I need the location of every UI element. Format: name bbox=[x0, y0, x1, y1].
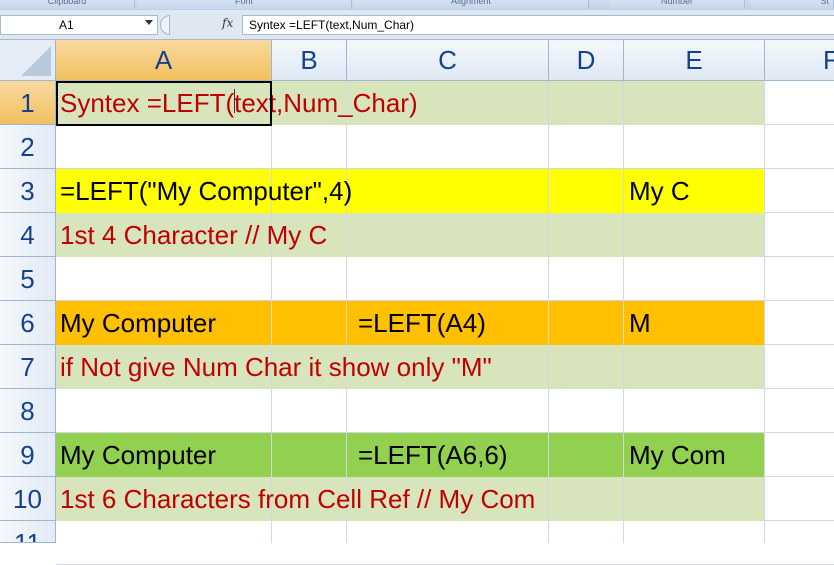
cell-c9[interactable]: =LEFT(A6,6) bbox=[358, 433, 508, 477]
formula-bar-resize-handle[interactable] bbox=[160, 15, 170, 35]
row-header-6[interactable]: 6 bbox=[0, 301, 56, 345]
select-all-triangle-icon bbox=[21, 46, 51, 76]
text-cursor bbox=[234, 89, 235, 113]
row-header-1[interactable]: 1 bbox=[0, 81, 56, 125]
gridline-b bbox=[271, 81, 272, 543]
cell-a3[interactable]: =LEFT("My Computer",4) bbox=[60, 169, 352, 213]
ribbon-group-clipboard[interactable]: Clipboard bbox=[0, 0, 135, 9]
formula-bar: A1 fx Syntex =LEFT(text,Num_Char) bbox=[0, 10, 834, 40]
column-header-f[interactable]: F bbox=[765, 40, 834, 81]
ribbon-group-labels: Clipboard Font Alignment Number St bbox=[0, 0, 834, 10]
formula-input[interactable]: Syntex =LEFT(text,Num_Char) bbox=[242, 15, 834, 35]
cell-e6[interactable]: M bbox=[629, 301, 651, 345]
row-header-4[interactable]: 4 bbox=[0, 213, 56, 257]
column-header-b[interactable]: B bbox=[272, 40, 347, 81]
ribbon-group-alignment[interactable]: Alignment bbox=[354, 0, 589, 9]
column-header-c[interactable]: C bbox=[347, 40, 549, 81]
row-header-11[interactable]: 11 bbox=[0, 521, 56, 543]
row-header-3[interactable]: 3 bbox=[0, 169, 56, 213]
ribbon-group-styles[interactable]: St bbox=[750, 0, 834, 9]
row-header-5[interactable]: 5 bbox=[0, 257, 56, 301]
row-header-2[interactable]: 2 bbox=[0, 125, 56, 169]
row-8 bbox=[56, 389, 834, 433]
row-11 bbox=[56, 521, 834, 565]
row-header-9[interactable]: 9 bbox=[0, 433, 56, 477]
cell-e9[interactable]: My Com bbox=[629, 433, 726, 477]
ribbon-group-font[interactable]: Font bbox=[137, 0, 352, 9]
gridline-f bbox=[764, 81, 765, 543]
cell-c6[interactable]: =LEFT(A4) bbox=[358, 301, 486, 345]
chevron-down-icon[interactable] bbox=[145, 20, 153, 25]
row-5 bbox=[56, 257, 834, 301]
ribbon-group-number[interactable]: Number bbox=[610, 0, 745, 9]
gridline-e bbox=[623, 81, 624, 543]
cell-e3[interactable]: My C bbox=[629, 169, 690, 213]
cell-a7[interactable]: if Not give Num Char it show only "M" bbox=[60, 345, 492, 389]
gridline-c bbox=[346, 81, 347, 543]
column-header-a[interactable]: A bbox=[56, 40, 272, 81]
row-header-7[interactable]: 7 bbox=[0, 345, 56, 389]
name-box[interactable]: A1 bbox=[0, 15, 158, 35]
cell-a4[interactable]: 1st 4 Character // My C bbox=[60, 213, 327, 257]
column-header-e[interactable]: E bbox=[624, 40, 765, 81]
row-header-8[interactable]: 8 bbox=[0, 389, 56, 433]
select-all-corner[interactable] bbox=[0, 40, 56, 81]
gridline-d bbox=[548, 81, 549, 543]
row-2 bbox=[56, 125, 834, 169]
active-cell-selection bbox=[56, 81, 272, 126]
cell-a9[interactable]: My Computer bbox=[60, 433, 216, 477]
row-header-10[interactable]: 10 bbox=[0, 477, 56, 521]
cell-a6[interactable]: My Computer bbox=[60, 301, 216, 345]
column-header-d[interactable]: D bbox=[549, 40, 624, 81]
cell-a10[interactable]: 1st 6 Characters from Cell Ref // My Com bbox=[60, 477, 535, 521]
worksheet-grid: A B C D E F 1 2 3 4 5 6 7 8 9 10 11 Synt… bbox=[0, 40, 834, 565]
insert-function-icon[interactable]: fx bbox=[222, 16, 233, 30]
